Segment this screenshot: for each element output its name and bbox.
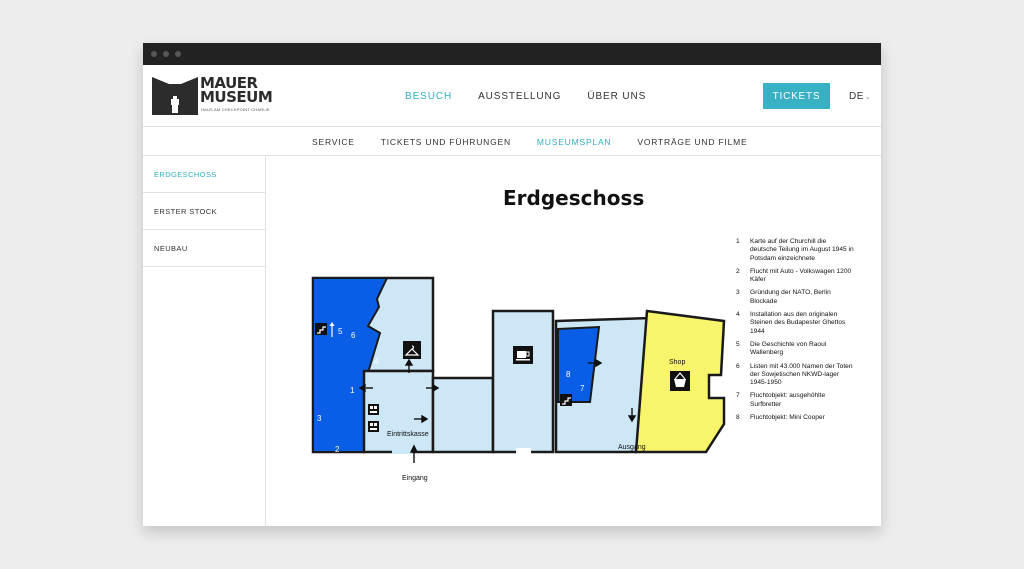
sidebar-item-neubau[interactable]: NEUBAU <box>143 230 265 267</box>
map-room-number: 5 <box>338 327 343 336</box>
locker-icon <box>368 421 379 432</box>
map-label-cashier: Eintrittskasse <box>387 431 429 438</box>
legend-item: 4 Installation aus den originalen Steinen… <box>736 311 854 336</box>
legend-item: 6 Listen mit 43.000 Namen der Toten der S… <box>736 363 854 388</box>
logo-tagline: HAUS AM CHECKPOINT CHARLIE <box>201 107 270 112</box>
cafe-icon <box>513 346 533 364</box>
logo-line-2: MUSEUM <box>200 88 273 106</box>
map-label-exit: Ausgang <box>618 444 646 451</box>
legend-number: 3 <box>736 289 740 297</box>
legend-item: 2 Flucht mit Auto - Volkswagen 1200 Käfer <box>736 268 854 285</box>
locker-icon <box>368 404 379 415</box>
legend-number: 7 <box>736 392 740 400</box>
main-nav-ueber-uns[interactable]: ÜBER UNS <box>587 91 646 102</box>
chevron-down-icon: ⌄ <box>864 94 872 101</box>
map-room-number: 6 <box>351 331 356 340</box>
map-room-number: 8 <box>566 370 571 379</box>
legend-text: Fluchtobjekt: ausgehöhlte Surfbretter <box>750 392 826 408</box>
map-door-bottom <box>516 448 531 454</box>
main-nav: BESUCH AUSSTELLUNG ÜBER UNS <box>405 91 646 102</box>
legend-text: Gründung der NATO, Berlin Blockade <box>750 289 831 305</box>
map-room-corridor <box>431 376 495 454</box>
main-nav-ausstellung[interactable]: AUSSTELLUNG <box>478 91 561 102</box>
tickets-button[interactable]: TICKETS <box>763 83 830 109</box>
sub-nav-tickets-und-fuehrungen[interactable]: TICKETS UND FÜHRUNGEN <box>381 137 511 147</box>
window-dot[interactable] <box>151 51 157 57</box>
language-label: DE <box>849 91 864 102</box>
map-label-shop: Shop <box>669 359 685 366</box>
legend-text: Installation aus den originalen Steinen … <box>750 311 846 335</box>
browser-window: MAUER MUSEUM HAUS AM CHECKPOINT CHARLIE … <box>143 43 881 526</box>
map-room-number: 7 <box>580 384 585 393</box>
map-room-number: 2 <box>335 445 340 454</box>
legend-text: Fluchtobjekt: Mini Cooper <box>750 414 825 422</box>
legend-item: 8 Fluchtobjekt: Mini Cooper <box>736 414 854 422</box>
legend-number: 2 <box>736 267 740 275</box>
map-legend: 1 Karte auf der Churchill die deutsche Te… <box>736 238 854 427</box>
sidebar-item-erster-stock[interactable]: ERSTER STOCK <box>143 193 265 230</box>
window-dot[interactable] <box>163 51 169 57</box>
legend-number: 4 <box>736 311 740 319</box>
main-nav-besuch[interactable]: BESUCH <box>405 91 452 102</box>
stairs-icon <box>315 323 327 335</box>
site-header: MAUER MUSEUM HAUS AM CHECKPOINT CHARLIE … <box>143 65 881 127</box>
legend-number: 5 <box>736 340 740 348</box>
legend-text: Flucht mit Auto - Volkswagen 1200 Käfer <box>750 267 852 284</box>
window-dot[interactable] <box>175 51 181 57</box>
page-title: Erdgeschoss <box>503 186 645 210</box>
legend-item: 7 Fluchtobjekt: ausgehöhlte Surfbretter <box>736 392 854 409</box>
floor-sidebar: ERDGESCHOSS ERSTER STOCK NEUBAU <box>143 156 266 526</box>
map-room-number: 4 <box>374 357 379 366</box>
sub-nav: SERVICE TICKETS UND FÜHRUNGEN MUSEUMSPLA… <box>143 128 881 156</box>
site-logo[interactable]: MAUER MUSEUM HAUS AM CHECKPOINT CHARLIE <box>152 75 273 115</box>
map-label-entrance: Eingang <box>402 475 428 482</box>
legend-number: 6 <box>736 362 740 370</box>
stairs-icon <box>560 394 572 406</box>
sub-nav-museumsplan[interactable]: MUSEUMSPLAN <box>537 137 611 147</box>
shop-basket-icon <box>670 371 690 391</box>
language-selector[interactable]: DE⌄ <box>849 91 871 102</box>
map-room-cafe <box>491 309 555 454</box>
wardrobe-icon <box>403 341 421 359</box>
logo-wordmark: MAUER MUSEUM <box>200 76 273 106</box>
sub-nav-vortraege-und-filme[interactable]: VORTRÄGE UND FILME <box>637 137 747 147</box>
legend-number: 1 <box>736 238 740 245</box>
sub-nav-service[interactable]: SERVICE <box>312 137 355 147</box>
map-room-number: 1 <box>350 386 355 395</box>
legend-text: Karte auf der Churchill die deutsche Tei… <box>750 238 854 262</box>
legend-text: Listen mit 43.000 Namen der Toten der So… <box>750 362 853 387</box>
floor-plan-map: 5 6 4 1 3 2 8 7 Eintrittskasse Eingang A… <box>311 276 726 482</box>
legend-text: Die Geschichte von Raoul Wallenberg <box>750 340 827 357</box>
legend-item: 5 Die Geschichte von Raoul Wallenberg <box>736 341 854 358</box>
sidebar-item-erdgeschoss[interactable]: ERDGESCHOSS <box>143 156 265 193</box>
map-room-number: 3 <box>317 414 322 423</box>
map-door-entrance <box>392 448 412 454</box>
legend-item: 1 Karte auf der Churchill die deutsche Te… <box>736 238 854 263</box>
legend-item: 3 Gründung der NATO, Berlin Blockade <box>736 289 854 306</box>
museum-logo-icon <box>152 77 198 115</box>
window-titlebar <box>143 43 881 65</box>
legend-number: 8 <box>736 414 740 422</box>
